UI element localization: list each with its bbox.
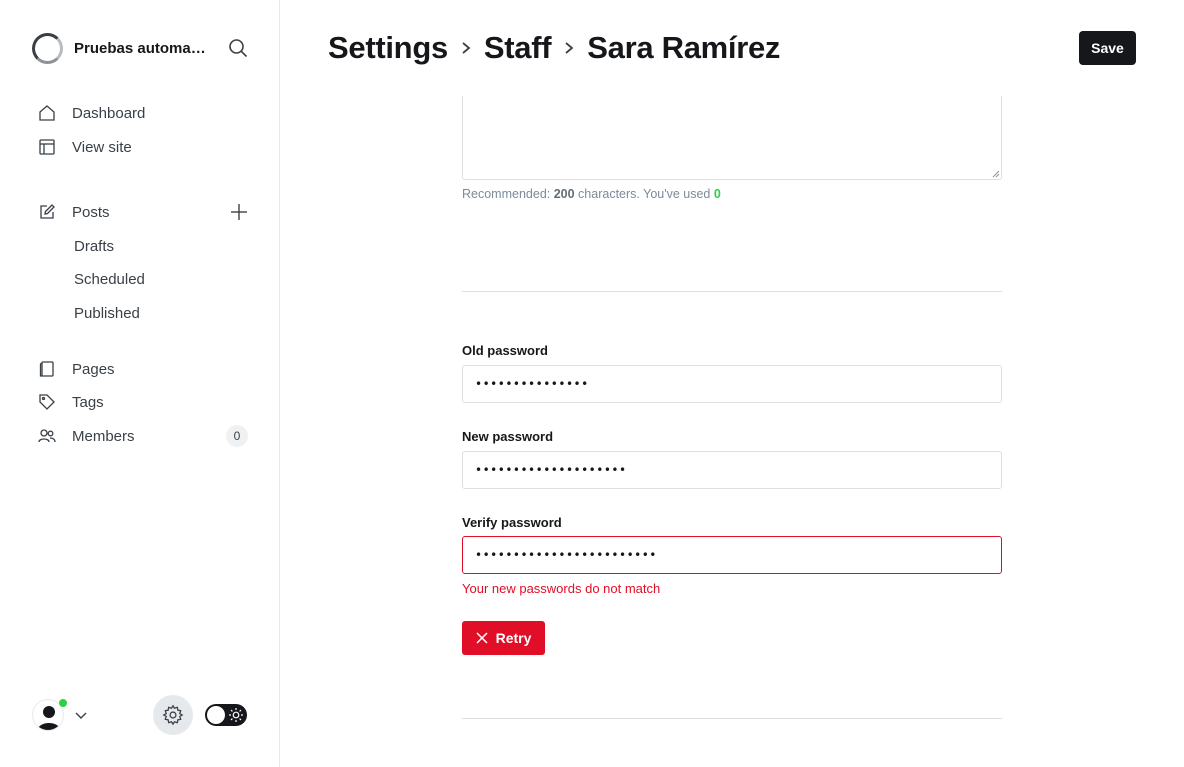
site-header: Pruebas automatizadas [32,31,250,65]
sidebar-item-dashboard[interactable]: Dashboard [38,100,250,126]
page-title: Sara Ramírez [587,30,781,65]
chevron-right-icon [563,40,575,56]
old-password-label: Old password [462,343,548,358]
sidebar-item-scheduled[interactable]: Scheduled [74,267,145,291]
sidebar-item-members[interactable]: Members [38,423,250,449]
hint-used-count: 0 [713,187,721,201]
site-logo[interactable] [32,32,63,64]
chevron-right-icon [460,40,472,56]
hint-prefix: Recommended: [462,187,554,201]
breadcrumb-staff[interactable]: Staff [484,30,552,66]
sidebar-item-label: Tags [72,393,104,411]
new-post-button[interactable] [228,201,250,223]
sidebar-item-pages[interactable]: Pages [38,356,250,382]
gear-icon [162,704,184,726]
members-count-badge: 0 [226,425,248,447]
sidebar-item-label: Pages [72,360,115,378]
close-icon [476,632,488,644]
breadcrumb-settings[interactable]: Settings [328,30,448,66]
toggle-knob [207,706,225,724]
verify-password-field[interactable]: •••••••••••••••••••••••• [462,536,1002,574]
status-dot [58,698,68,708]
retry-label: Retry [495,630,532,646]
resize-grip-icon[interactable] [990,168,1000,178]
plus-icon [231,204,247,220]
bio-hint: Recommended: 200 characters. You've used… [462,187,721,201]
password-error-message: Your new passwords do not match [462,581,661,596]
search-icon[interactable] [226,36,250,60]
sidebar-item-label: View site [72,138,132,156]
chevron-down-icon [74,708,88,722]
section-divider [462,291,1002,292]
sidebar-item-label: Dashboard [72,104,146,122]
theme-toggle[interactable] [205,704,247,726]
site-title[interactable]: Pruebas automatizadas [74,40,210,57]
tag-icon [38,393,56,411]
members-icon [38,427,56,445]
bio-textarea[interactable] [462,96,1002,180]
sidebar-item-tags[interactable]: Tags [38,389,250,415]
verify-password-label: Verify password [462,515,562,530]
hint-middle: characters. You've used [574,187,714,201]
new-password-field[interactable]: •••••••••••••••••••• [462,451,1002,489]
old-password-field[interactable]: ••••••••••••••• [462,365,1002,403]
sidebar: Pruebas automatizadas Dashboard View sit… [0,0,280,767]
sidebar-item-published[interactable]: Published [74,301,140,325]
save-button[interactable]: Save [1079,31,1136,65]
sidebar-item-label: Posts [72,203,110,221]
retry-button[interactable]: Retry [462,621,545,655]
breadcrumb: Settings Staff Sara Ramírez [328,28,780,68]
sidebar-item-view-site[interactable]: View site [38,134,250,160]
sidebar-item-drafts[interactable]: Drafts [74,234,114,258]
home-icon [38,104,56,122]
sun-icon [229,708,243,722]
hint-limit: 200 [553,187,575,201]
layout-icon [38,138,56,156]
new-password-label: New password [462,429,554,444]
page-icon [38,360,56,378]
user-menu[interactable] [32,698,92,732]
sidebar-item-posts[interactable]: Posts [38,199,250,225]
section-divider [462,718,1002,719]
edit-icon [38,203,56,221]
sidebar-item-label: Members [72,427,135,445]
settings-button[interactable] [153,695,193,735]
